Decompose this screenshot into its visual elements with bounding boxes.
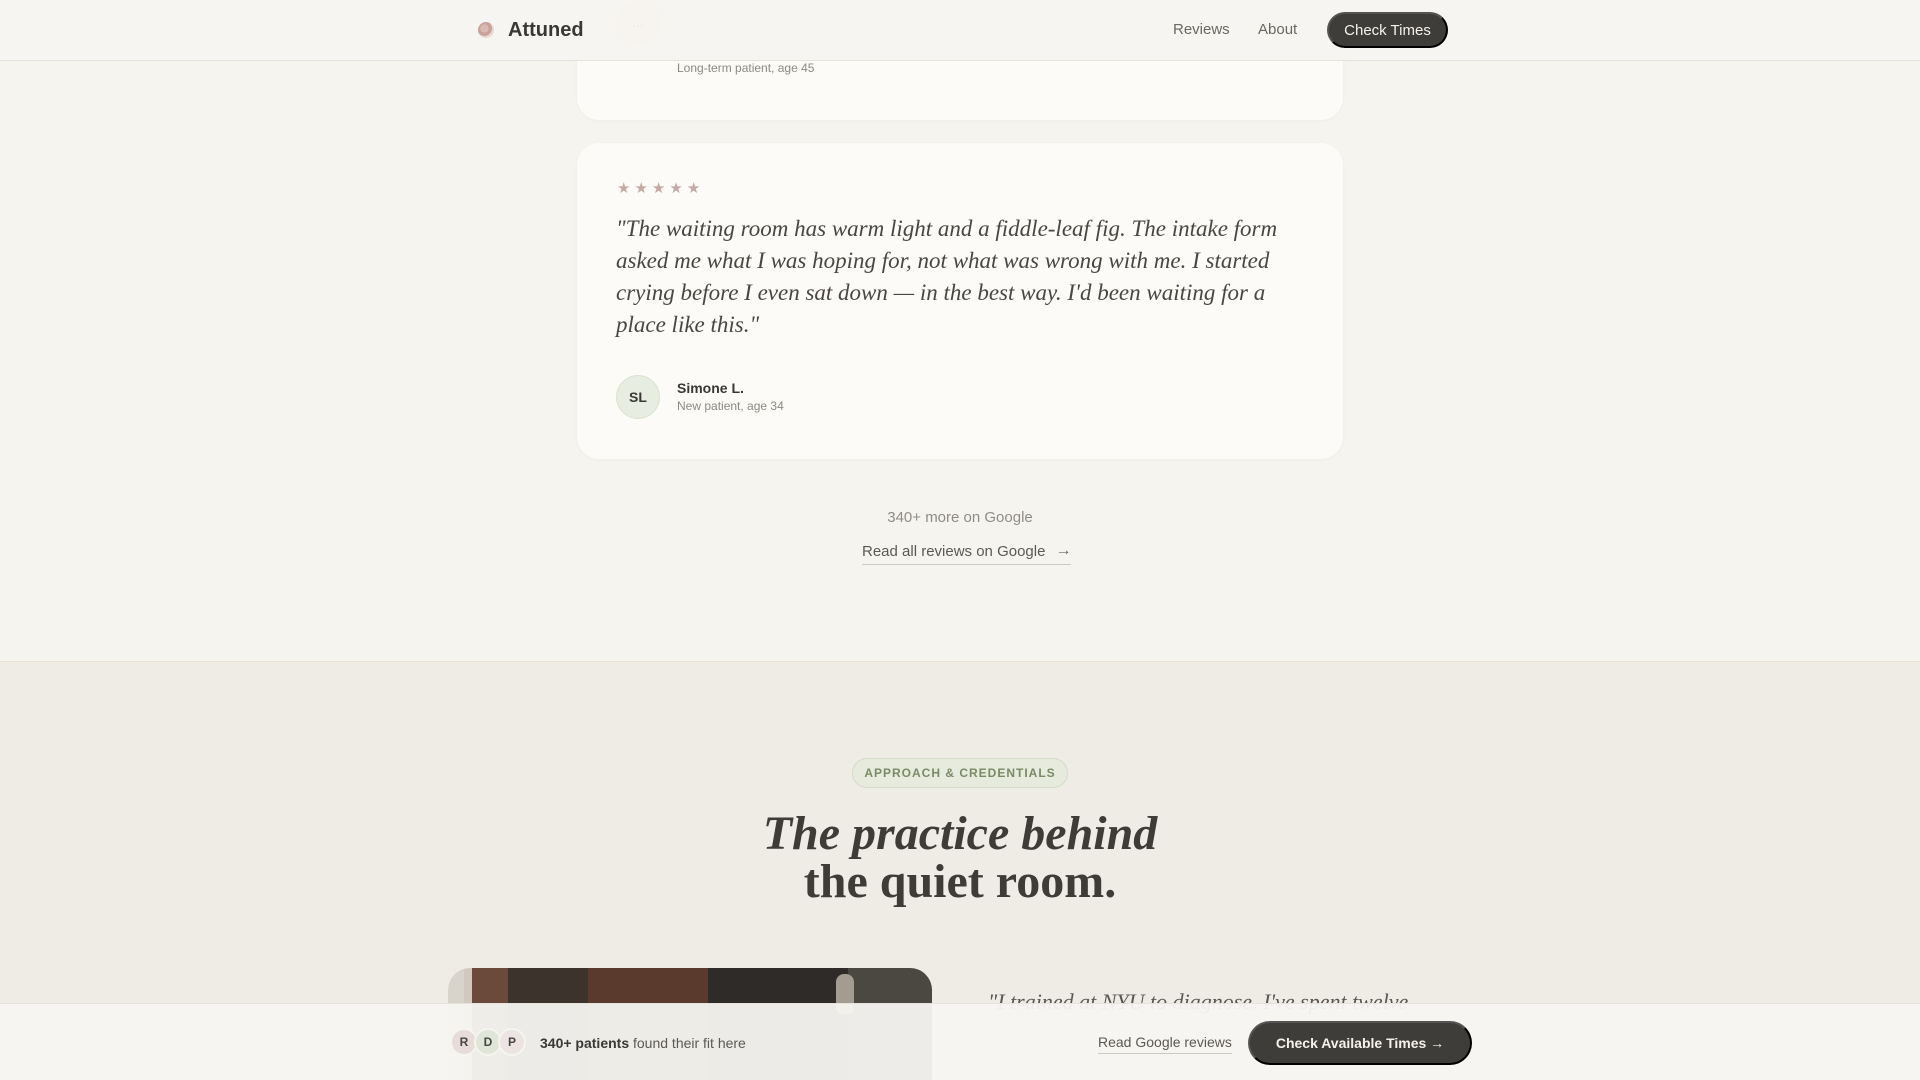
- avatar: SL: [616, 375, 660, 419]
- check-available-times-button[interactable]: Check Available Times →: [1248, 1021, 1472, 1065]
- star-icon: ★: [686, 180, 701, 197]
- review-card: ★ ★ ★ ★ ★ "The waiting room has warm lig…: [577, 143, 1343, 459]
- nav-link-reviews[interactable]: Reviews: [1173, 21, 1230, 38]
- section-heading-line1: The practice behind: [762, 807, 1158, 860]
- brand-logo-icon: [478, 22, 494, 38]
- social-proof-text: 340+ patients found their fit here: [540, 1035, 746, 1051]
- brand-name: Attuned: [508, 18, 584, 41]
- star-icon: ★: [634, 180, 648, 197]
- sticky-bottom-bar: R D P 340+ patients found their fit here…: [0, 1003, 1920, 1080]
- avatar: P: [498, 1028, 526, 1056]
- more-reviews-count: 340+ more on Google: [887, 509, 1033, 526]
- patient-avatars: R D P: [450, 1028, 526, 1056]
- reviewer-meta: Long-term patient, age 45: [677, 61, 815, 75]
- reviewer-name: Simone L.: [677, 380, 744, 396]
- arrow-right-icon: →: [1055, 542, 1072, 559]
- read-google-reviews-link[interactable]: Read Google reviews: [1098, 1034, 1232, 1054]
- read-all-reviews-link[interactable]: Read all reviews on Google →: [862, 542, 1072, 565]
- star-rating: ★ ★ ★ ★ ★: [617, 181, 700, 196]
- review-quote: "The waiting room has warm light and a f…: [616, 216, 1278, 337]
- patients-count: 340+ patients: [540, 1035, 630, 1051]
- section-pill: APPROACH & CREDENTIALS: [852, 758, 1068, 788]
- read-all-reviews-label: Read all reviews on Google: [862, 542, 1046, 560]
- top-nav: Attuned Reviews About Check Times: [0, 0, 1920, 61]
- brand[interactable]: Attuned: [478, 16, 584, 44]
- check-times-button[interactable]: Check Times: [1327, 12, 1448, 48]
- star-icon: ★: [651, 180, 666, 197]
- star-icon: ★: [669, 180, 683, 197]
- section-heading-line2: the quiet room.: [803, 855, 1117, 908]
- nav-link-about[interactable]: About: [1258, 21, 1297, 38]
- star-icon: ★: [617, 180, 631, 197]
- reviewer-meta: New patient, age 34: [677, 399, 784, 413]
- patients-rest: found their fit here: [629, 1035, 746, 1051]
